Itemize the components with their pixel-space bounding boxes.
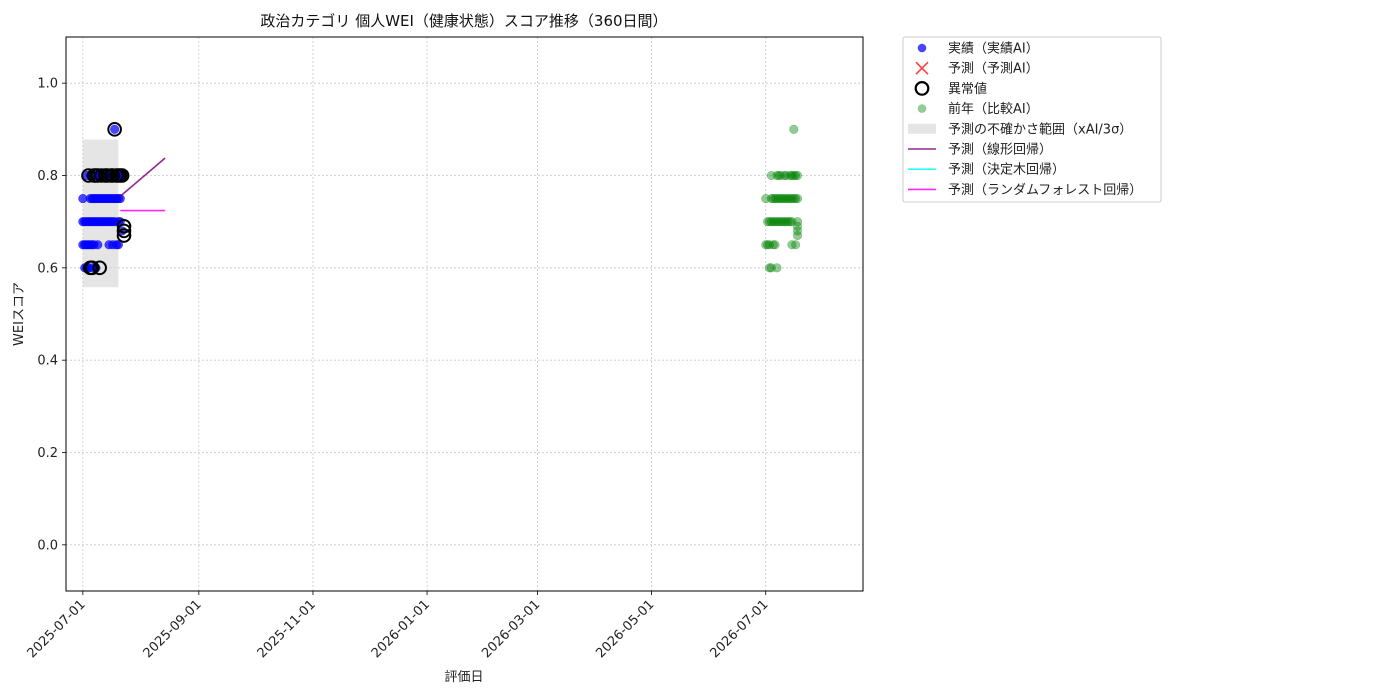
- legend-label: 前年（比較AI）: [948, 101, 1039, 117]
- previous-year-point: [772, 263, 782, 273]
- previous-year-point: [791, 240, 801, 250]
- actual-point: [110, 124, 120, 134]
- y-tick-label: 0.4: [37, 354, 58, 369]
- actual-point: [93, 240, 103, 250]
- legend-label: 異常値: [948, 81, 987, 97]
- legend-previous-year-swatch: [917, 104, 927, 113]
- x-axis-title: 評価日: [444, 670, 483, 685]
- legend-label: 予測（決定木回帰）: [948, 162, 1065, 178]
- plot-area: [66, 37, 863, 591]
- legend-label: 予測（ランダムフォレスト回帰）: [948, 182, 1142, 198]
- legend-label: 実績（実績AI）: [948, 41, 1039, 57]
- y-tick-label: 1.0: [37, 77, 58, 92]
- legend-band-swatch: [908, 123, 936, 134]
- legend-actual-swatch: [917, 43, 927, 53]
- chart-title: 政治カテゴリ 個人WEI（健康状態）スコア推移（360日間）: [260, 12, 667, 30]
- y-axis-title: WEIスコア: [12, 282, 27, 346]
- legend-label: 予測の不確かさ範囲（xAI/3σ）: [948, 121, 1132, 137]
- previous-year-point: [770, 240, 780, 250]
- y-tick-label: 0.2: [37, 446, 58, 461]
- y-tick-label: 0.6: [37, 261, 58, 276]
- y-tick-label: 0.8: [37, 169, 58, 184]
- legend-label: 予測（線形回帰）: [948, 142, 1052, 158]
- previous-year-point: [789, 124, 799, 134]
- y-tick-label: 0.0: [37, 538, 58, 553]
- plot-background: [66, 37, 863, 591]
- previous-year-point: [792, 170, 803, 181]
- previous-year-point: [792, 194, 803, 204]
- previous-year-point: [792, 230, 803, 241]
- legend: 実績（実績AI） 予測（予測AI） 異常値前年（比較AI） 予測の不確かさ範囲（xAI…: [902, 36, 1162, 203]
- chart: 0.00.20.40.60.81.02025-07-01 2025-09-01 20…: [0, 0, 1400, 700]
- legend-label: 予測（予測AI）: [948, 62, 1039, 77]
